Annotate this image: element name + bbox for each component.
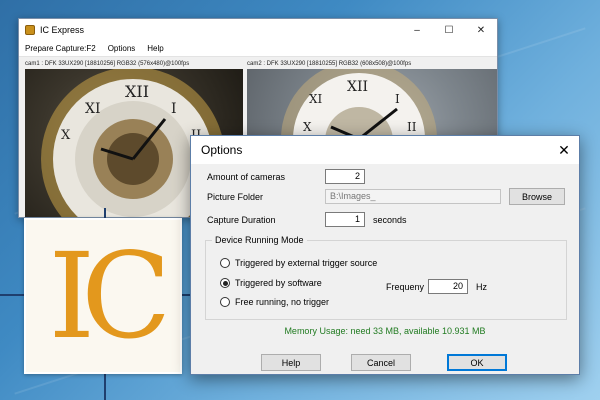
options-title: Options <box>201 143 243 157</box>
frequency-unit: Hz <box>476 282 487 292</box>
amount-of-cameras-input[interactable]: 2 <box>325 169 365 184</box>
close-icon[interactable]: ✕ <box>549 136 579 164</box>
menu-prepare-capture[interactable]: Prepare Capture:F2 <box>25 44 96 53</box>
app-icon <box>25 25 35 35</box>
svg-text:XII: XII <box>347 79 368 95</box>
browse-button[interactable]: Browse <box>509 188 565 205</box>
maximize-icon[interactable]: ☐ <box>433 19 465 41</box>
mode-option-free-running[interactable]: Free running, no trigger <box>220 297 329 307</box>
radio-dot <box>222 280 228 286</box>
frequency-input[interactable]: 20 <box>428 279 468 294</box>
menu-options[interactable]: Options <box>108 44 136 53</box>
radio-button[interactable] <box>220 258 230 268</box>
mode-option-external-trigger[interactable]: Triggered by external trigger source <box>220 258 377 268</box>
menu-help[interactable]: Help <box>147 44 163 53</box>
picture-folder-label: Picture Folder <box>207 192 264 202</box>
picture-folder-field[interactable]: B:\Images_ <box>325 189 501 204</box>
options-dialog: Options ✕ Amount of cameras 2 Picture Fo… <box>190 135 580 375</box>
capture-duration-label: Capture Duration <box>207 215 276 225</box>
mode-label: Triggered by external trigger source <box>235 258 378 268</box>
main-titlebar: IC Express – ☐ ✕ <box>19 19 497 41</box>
device-running-mode-group: Device Running Mode Triggered by externa… <box>205 235 567 320</box>
svg-text:XI: XI <box>309 92 323 106</box>
radio-button[interactable] <box>220 297 230 307</box>
ok-button[interactable]: OK <box>447 354 507 371</box>
main-window-title: IC Express <box>40 25 85 35</box>
svg-text:X: X <box>303 120 312 134</box>
memory-usage-text: Memory Usage: need 33 MB, available 10.9… <box>284 326 486 336</box>
duration-unit: seconds <box>373 215 407 225</box>
ic-logo: IC <box>24 218 182 374</box>
svg-text:X: X <box>61 128 71 143</box>
cancel-button[interactable]: Cancel <box>351 354 411 371</box>
mode-option-software-trigger[interactable]: Triggered by software <box>220 278 322 288</box>
camera-label-1: cam1 : DFK 33UX290 [18810256] RGB32 (576… <box>25 61 190 67</box>
svg-text:I: I <box>395 92 400 106</box>
svg-text:II: II <box>407 120 417 134</box>
capture-duration-input[interactable]: 1 <box>325 212 365 227</box>
mode-label: Free running, no trigger <box>235 297 330 307</box>
svg-text:XI: XI <box>85 101 101 117</box>
group-title: Device Running Mode <box>212 235 307 245</box>
svg-text:XII: XII <box>125 82 149 101</box>
options-titlebar: Options ✕ <box>191 136 579 164</box>
mode-label: Triggered by software <box>235 278 322 288</box>
minimize-icon[interactable]: – <box>401 19 433 41</box>
radio-button-selected[interactable] <box>220 278 230 288</box>
amount-label: Amount of cameras <box>207 172 286 182</box>
svg-text:I: I <box>171 101 177 117</box>
help-button[interactable]: Help <box>261 354 321 371</box>
camera-label-2: cam2 : DFK 33UX290 [18810255] RGB32 (608… <box>247 61 412 67</box>
frequency-label: Frequeny <box>386 282 425 292</box>
close-icon[interactable]: ✕ <box>465 19 497 41</box>
menu-bar: Prepare Capture:F2 Options Help <box>19 41 497 57</box>
